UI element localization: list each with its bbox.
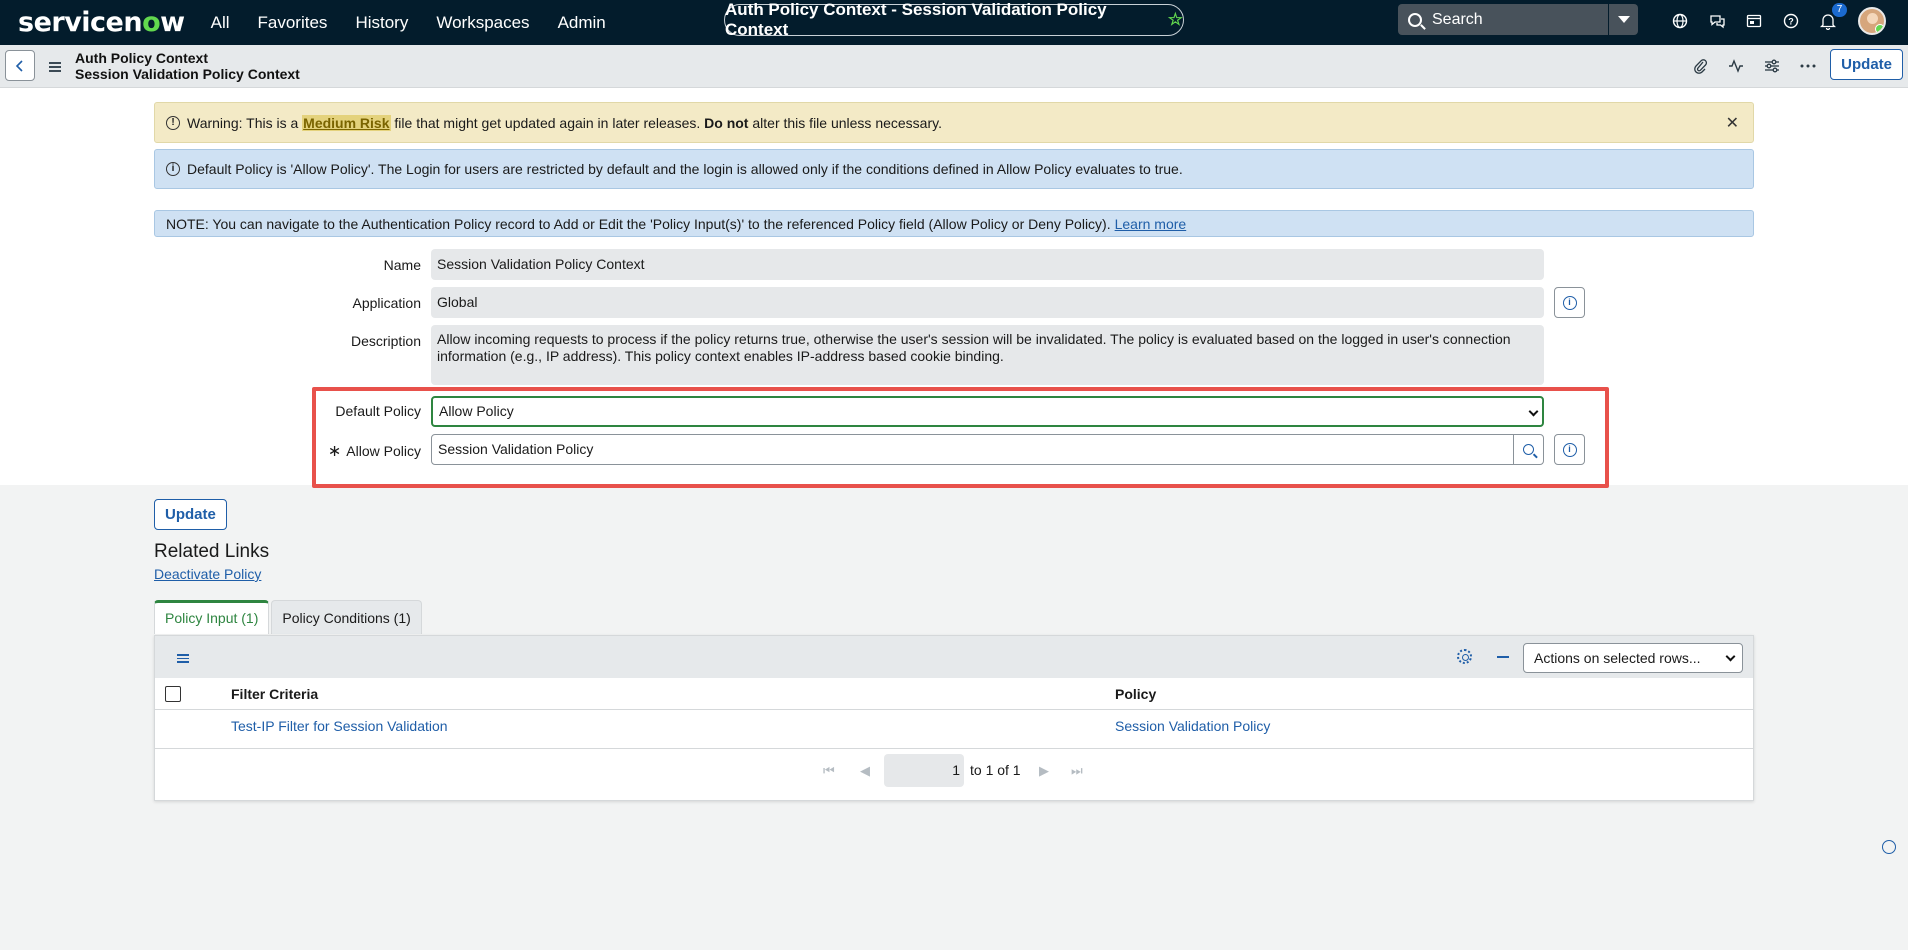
nav-admin[interactable]: Admin [558,13,606,33]
default-policy-label: Default Policy [335,403,421,419]
first-page-icon[interactable]: ⏮ [823,763,835,779]
nav-menu: All Favorites History Workspaces Admin [211,13,634,33]
settings-sliders-icon[interactable] [1762,56,1782,76]
header-icon-bar [1674,56,1818,76]
context-title: Auth Policy Context - Session Validation… [725,0,1107,39]
warning-icon: ! [166,115,180,130]
record-name: Session Validation Policy Context [75,66,300,82]
update-button-header[interactable]: Update [1830,49,1903,80]
form-header: Auth Policy Context Session Validation P… [0,45,1908,88]
chevron-down-icon [1725,651,1736,662]
tab-policy-conditions[interactable]: Policy Conditions (1) [271,600,422,634]
description-field[interactable]: Allow incoming requests to process if th… [431,325,1544,385]
chat-icon[interactable] [1707,11,1727,31]
note-text: NOTE: You can navigate to the Authentica… [166,215,1111,232]
warning-banner: ! Warning: This is a Medium Risk file th… [154,102,1754,143]
tab-policy-input[interactable]: Policy Input (1) [154,600,270,634]
info-text: Default Policy is 'Allow Policy'. The Lo… [187,161,1183,177]
nav-all[interactable]: All [211,13,230,33]
policy-input-list: Actions on selected rows... Filter Crite… [154,635,1754,801]
default-policy-select[interactable]: Allow Policy [431,396,1544,427]
medium-risk-link[interactable]: Medium Risk [302,114,391,131]
column-filter-criteria[interactable]: Filter Criteria [231,686,318,702]
search-icon [1408,12,1422,27]
allow-policy-label: ∗ Allow Policy [327,443,421,460]
context-title-pill[interactable]: Auth Policy Context - Session Validation… [724,0,1184,39]
description-label: Description [350,333,421,349]
collapse-icon[interactable] [1497,656,1509,658]
servicenow-logo[interactable]: servicenow [18,7,185,38]
info-icon: i [166,162,180,176]
lookup-button[interactable] [1513,434,1544,465]
back-button[interactable] [5,50,35,81]
last-page-icon[interactable]: ⏭ [1071,763,1083,779]
note-banner: NOTE: You can navigate to the Authentica… [154,210,1754,237]
related-list-tabs: Policy Input (1) Policy Conditions (1) [154,600,424,634]
warning-text: Warning: This is a Medium Risk file that… [187,114,942,131]
notification-badge: 7 [1832,3,1847,17]
chevron-down-icon [1617,16,1630,23]
application-label: Application [352,295,422,311]
list-menu-icon[interactable] [177,654,189,665]
actions-select[interactable]: Actions on selected rows... [1523,643,1743,673]
nav-favorites[interactable]: Favorites [258,13,328,33]
allow-policy-info-button[interactable]: i [1554,434,1585,465]
chevron-down-icon [1528,406,1539,417]
avatar[interactable] [1858,7,1886,35]
deactivate-policy-link[interactable]: Deactivate Policy [154,566,261,582]
select-all-checkbox[interactable] [165,686,181,702]
nav-history[interactable]: History [355,13,408,33]
bell-icon[interactable]: 7 [1818,3,1847,31]
svg-text:?: ? [1788,17,1794,27]
search-input[interactable] [1432,10,1602,29]
nav-workspaces[interactable]: Workspaces [436,13,529,33]
table-row: Test-IP Filter for Session Validation Se… [155,710,1753,749]
info-icon: i [1562,295,1577,310]
paperclip-icon[interactable] [1690,56,1710,76]
application-field[interactable]: Global [431,287,1544,318]
name-label: Name [383,257,421,273]
related-links-heading: Related Links [154,541,270,562]
info-banner: i Default Policy is 'Allow Policy'. The … [154,149,1754,189]
gear-icon[interactable] [1457,649,1472,664]
response-time-icon[interactable] [1882,840,1896,854]
top-navigation: servicenow All Favorites History Workspa… [0,0,1908,45]
workspace-icon[interactable] [1744,11,1764,31]
policy-link[interactable]: Session Validation Policy [1115,718,1270,734]
column-policy[interactable]: Policy [1115,686,1156,702]
page-count: to 1 of 1 [970,762,1021,778]
form-menu-icon[interactable] [49,62,61,74]
allow-policy-field[interactable]: Session Validation Policy [431,434,1515,465]
application-info-button[interactable]: i [1554,287,1585,318]
name-field[interactable]: Session Validation Policy Context [431,249,1544,280]
chevron-left-icon [15,59,23,72]
required-icon: ∗ [327,443,342,460]
page-input[interactable]: 1 [884,754,964,787]
pagination: ⏮ ◀ 1 to 1 of 1 ▶ ⏭ [155,749,1753,799]
close-icon[interactable]: ✕ [1726,113,1739,133]
search-scope-dropdown[interactable] [1608,4,1638,35]
nav-icon-bar: ? 7 [1653,3,1886,35]
previous-page-icon[interactable]: ◀ [860,763,870,779]
star-icon[interactable]: ☆ [1168,10,1183,30]
learn-more-link[interactable]: Learn more [1115,216,1187,232]
activity-icon[interactable] [1726,56,1746,76]
global-search[interactable] [1398,4,1638,35]
search-icon [1523,444,1534,455]
filter-criteria-link[interactable]: Test-IP Filter for Session Validation [231,718,448,734]
more-options-icon[interactable] [1798,56,1818,76]
record-title: Auth Policy Context Session Validation P… [75,50,300,82]
table-name: Auth Policy Context [75,50,209,66]
globe-icon[interactable] [1670,11,1690,31]
next-page-icon[interactable]: ▶ [1039,763,1049,779]
help-icon[interactable]: ? [1781,11,1801,31]
list-toolbar: Actions on selected rows... [155,636,1753,678]
update-button[interactable]: Update [154,499,227,530]
info-icon: i [1562,442,1577,457]
column-headers: Filter Criteria Policy [155,678,1753,710]
